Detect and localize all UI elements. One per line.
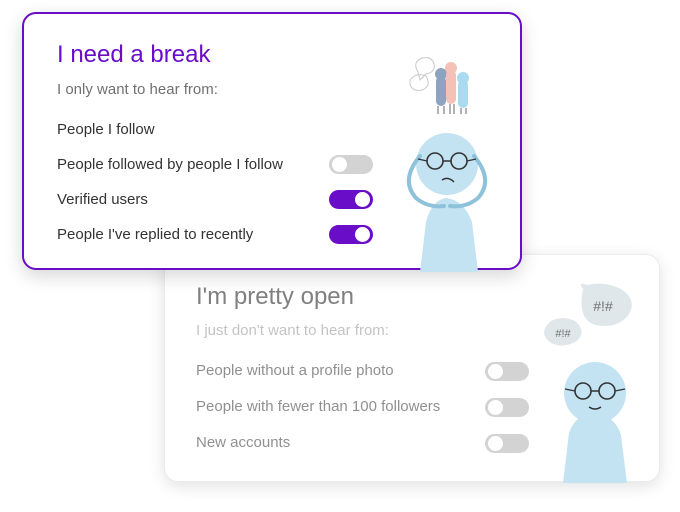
break-card: I need a break I only want to hear from:… — [22, 12, 522, 272]
stressed-figure-body — [420, 198, 478, 272]
stressed-figure-head — [416, 133, 478, 195]
figure-head — [564, 362, 626, 424]
stressed-figure-illustration — [407, 133, 487, 272]
open-card: I'm pretty open I just don't want to hea… — [164, 254, 660, 483]
calm-figure-illustration — [563, 362, 627, 483]
